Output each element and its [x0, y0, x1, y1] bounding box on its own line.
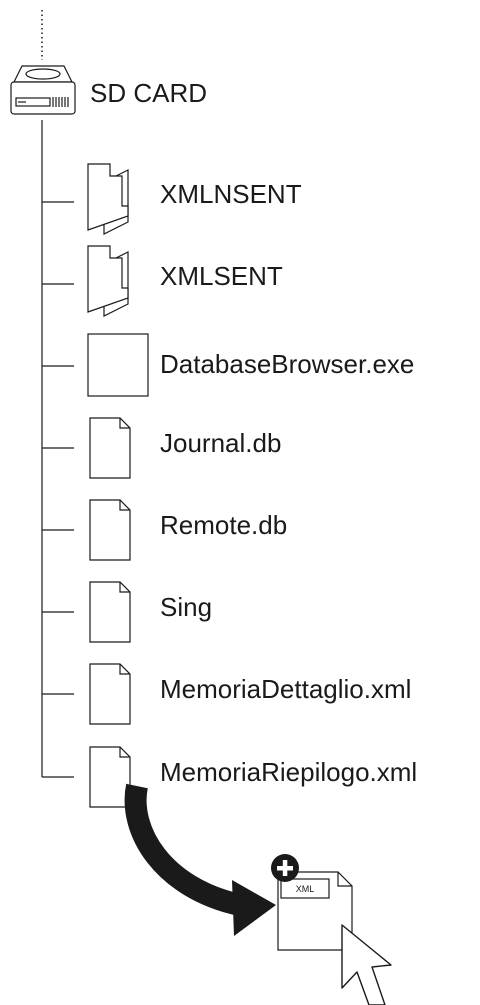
- sd-card-drive-icon: [10, 65, 76, 115]
- file-icon: [89, 581, 131, 643]
- folder-icon: [87, 163, 129, 235]
- tree-item-journal-db[interactable]: Journal.db: [89, 417, 281, 479]
- item-label: XMLSENT: [160, 261, 283, 291]
- file-icon: [89, 746, 131, 808]
- item-label: MemoriaRiepilogo.xml: [160, 757, 417, 787]
- tree-branches: [42, 201, 74, 778]
- tree-item-remote-db[interactable]: Remote.db: [89, 499, 287, 561]
- file-icon: [89, 499, 131, 561]
- add-plus-icon: [271, 854, 299, 882]
- mouse-pointer-icon: [341, 924, 392, 1005]
- file-tree-diagram: SD CARD XMLNSENT XMLSENT DatabaseBrowser…: [10, 10, 417, 1005]
- item-label: Sing: [160, 592, 212, 622]
- item-label: XMLNSENT: [160, 179, 302, 209]
- item-label: Remote.db: [160, 510, 287, 540]
- tree-item-xmlsent[interactable]: XMLSENT: [87, 245, 283, 317]
- item-label: Journal.db: [160, 428, 281, 458]
- drive-label: SD CARD: [90, 78, 207, 108]
- file-icon: [89, 663, 131, 725]
- application-icon: [87, 333, 149, 397]
- dragged-xml-file: XML: [271, 854, 353, 951]
- tree-item-xmlnsent[interactable]: XMLNSENT: [87, 163, 302, 235]
- tree-item-memoriadettaglio[interactable]: MemoriaDettaglio.xml: [89, 663, 411, 725]
- drag-arrow-icon: [124, 783, 276, 936]
- item-label: DatabaseBrowser.exe: [160, 349, 414, 379]
- folder-icon: [87, 245, 129, 317]
- tree-item-sing[interactable]: Sing: [89, 581, 212, 643]
- item-label: MemoriaDettaglio.xml: [160, 674, 411, 704]
- xml-badge-label: XML: [296, 884, 315, 894]
- file-icon: [89, 417, 131, 479]
- tree-item-databasebrowser[interactable]: DatabaseBrowser.exe: [87, 333, 414, 397]
